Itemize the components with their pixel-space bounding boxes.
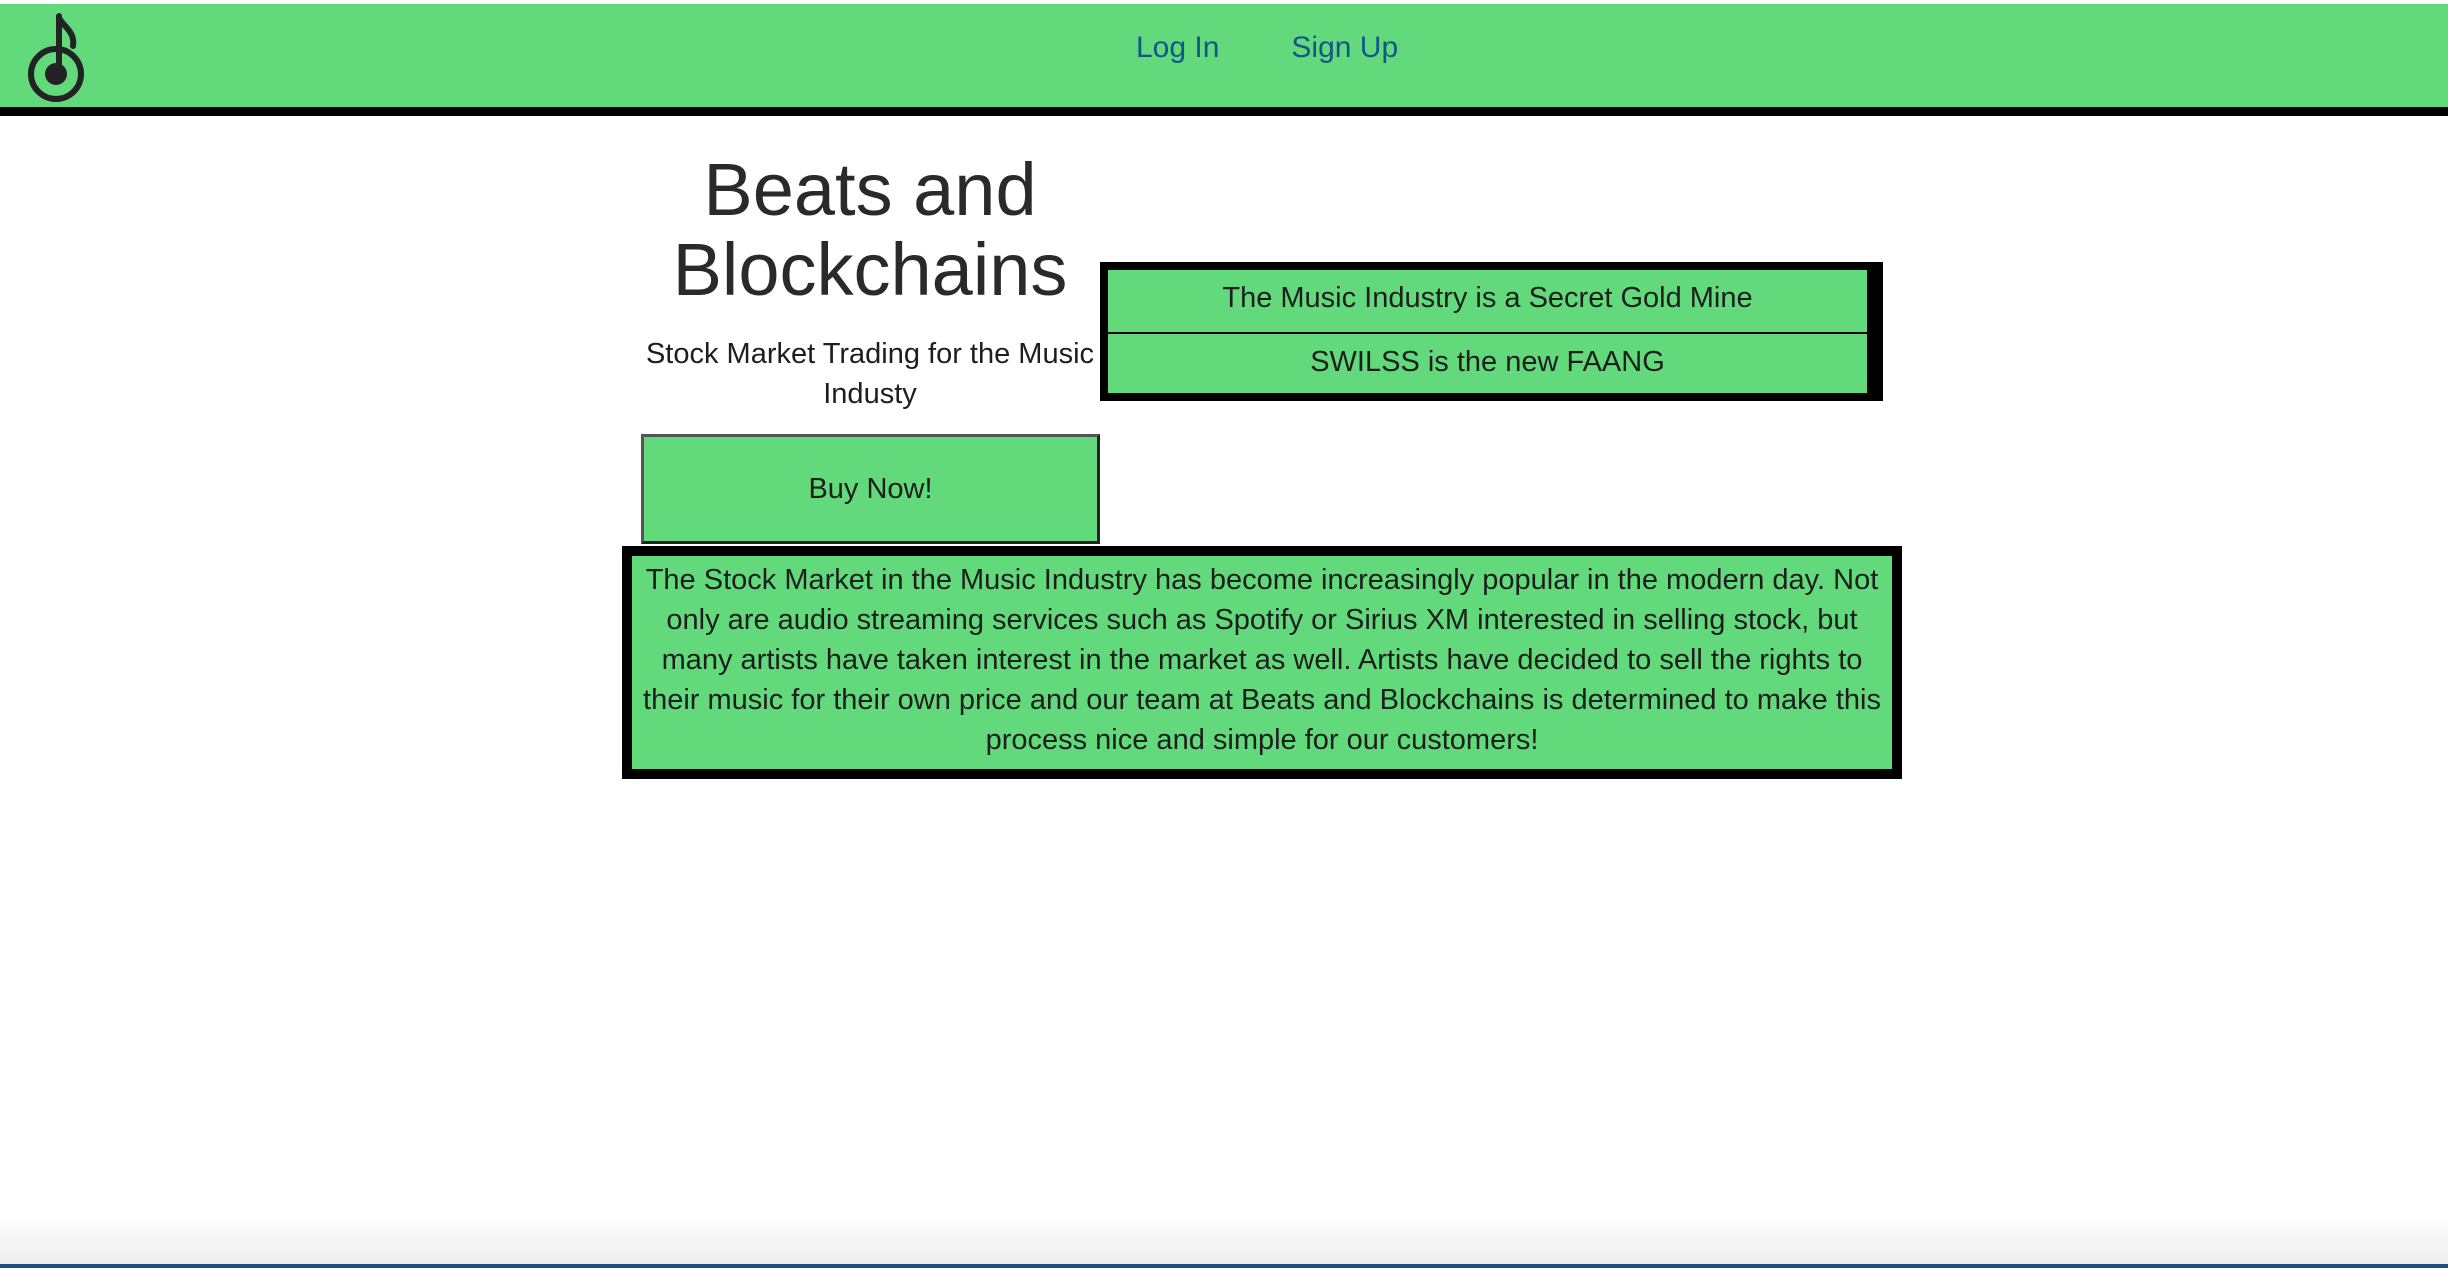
navbar: Log In Sign Up [0, 4, 2448, 116]
nav-links: Log In Sign Up [1136, 31, 1398, 65]
login-link[interactable]: Log In [1136, 31, 1219, 65]
page-title: Beats and Blockchains [672, 148, 1068, 311]
bottom-strip [0, 1264, 2448, 1268]
signup-link[interactable]: Sign Up [1291, 31, 1398, 65]
tagline: The Music Industry is a Secret Gold Mine [1222, 282, 1753, 314]
tagline: SWILSS is the new FAANG [1108, 332, 1867, 394]
taglines-box: The Music Industry is a Secret Gold Mine… [1100, 262, 1883, 401]
bottom-fade [0, 1215, 2448, 1268]
hero: Beats and Blockchains Stock Market Tradi… [640, 150, 1100, 414]
about-box: The Stock Market in the Music Industry h… [622, 546, 1902, 779]
page-subtitle: Stock Market Trading for the Music Indus… [645, 338, 1095, 410]
buy-now-button[interactable]: Buy Now! [641, 434, 1100, 544]
about-text: The Stock Market in the Music Industry h… [643, 564, 1881, 756]
music-note-icon[interactable] [25, 12, 87, 102]
